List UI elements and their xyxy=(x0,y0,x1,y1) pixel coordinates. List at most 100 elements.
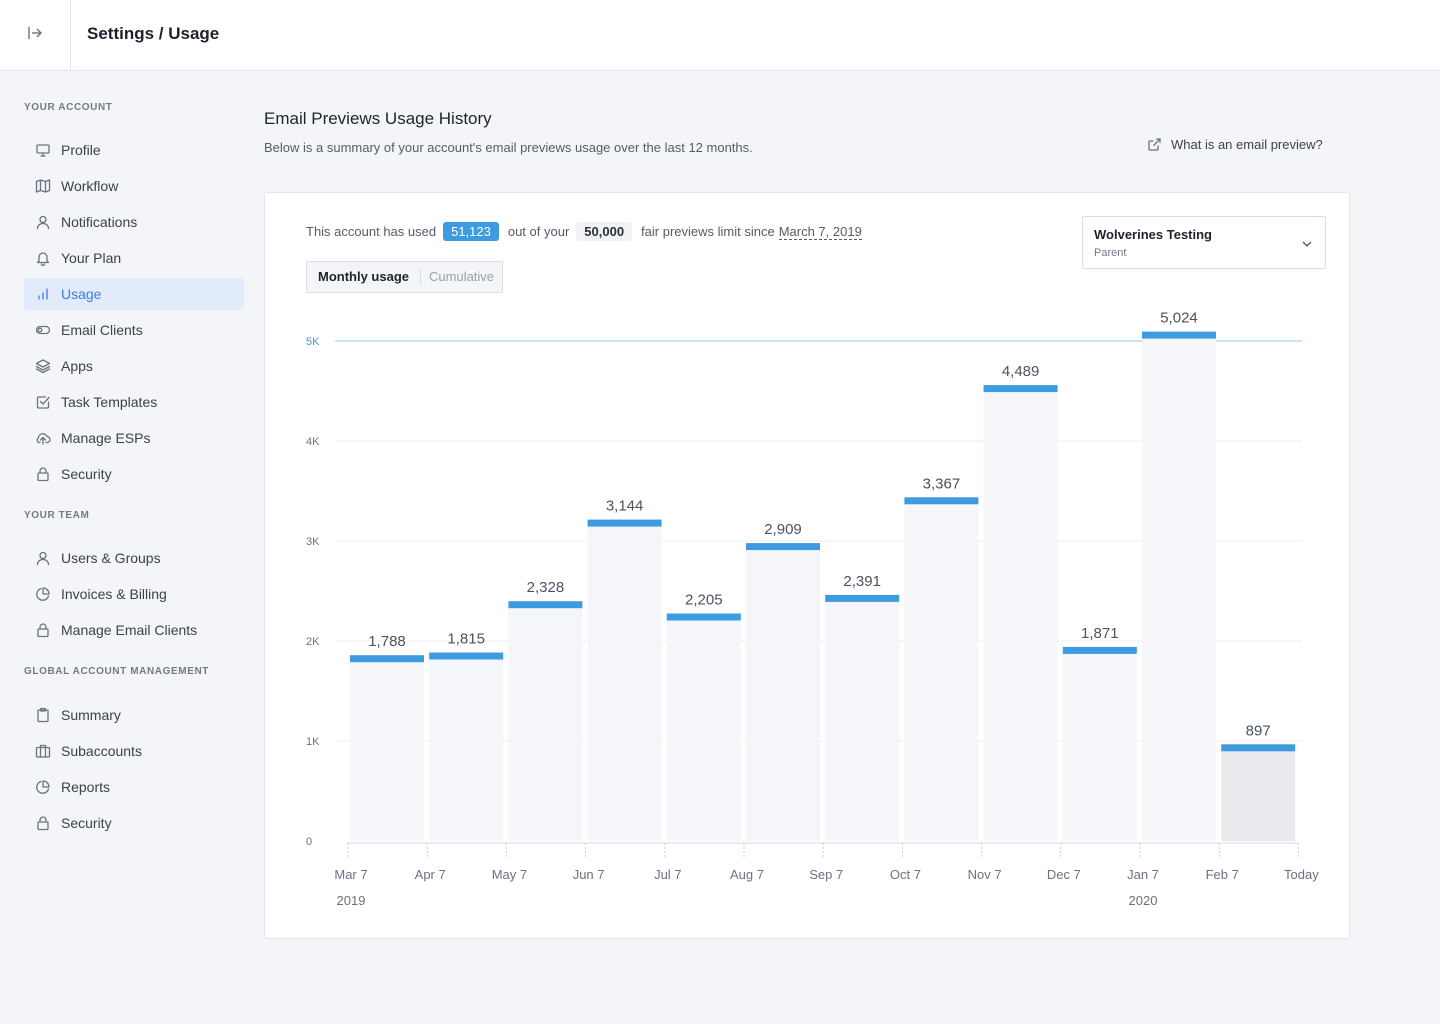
page-title: Email Previews Usage History xyxy=(264,109,492,128)
sidebar-item-security[interactable]: Security xyxy=(24,458,244,490)
briefcase-icon xyxy=(35,743,51,759)
y-tick-label: 2K xyxy=(306,636,320,648)
checkbox-icon xyxy=(35,394,51,410)
bar-cap xyxy=(429,652,504,660)
bar-cap xyxy=(983,385,1058,393)
sidebar-item-usage[interactable]: Usage xyxy=(24,278,244,310)
bar-value-label: 5,024 xyxy=(1160,310,1198,327)
cloud-upload-icon xyxy=(35,430,51,446)
x-tick-label: Apr 7 xyxy=(415,867,446,882)
bar xyxy=(983,392,1058,841)
sidebar-item-your-plan[interactable]: Your Plan xyxy=(24,242,244,274)
y-tick-label: 1K xyxy=(306,736,320,748)
bar-value-label: 1,788 xyxy=(368,633,406,650)
y-tick-label: 4K xyxy=(306,436,320,448)
bar-value-label: 2,909 xyxy=(764,521,802,538)
bar-cap xyxy=(904,497,979,505)
sidebar-item-email-clients[interactable]: Email Clients xyxy=(24,314,244,346)
bar-value-label: 2,328 xyxy=(527,579,565,596)
bar-value-label: 4,489 xyxy=(1002,363,1040,380)
x-tick-label: Sep 7 xyxy=(809,867,843,882)
page-subtitle: Below is a summary of your account's ema… xyxy=(264,140,753,155)
x-tick-label: May 7 xyxy=(492,867,527,882)
x-tick-label: Today xyxy=(1284,867,1319,882)
year-label: 2020 xyxy=(1129,893,1158,908)
sidebar-item-users-and-groups[interactable]: Users & Groups xyxy=(24,542,244,574)
bar-cap xyxy=(825,594,900,602)
bar-chart-icon xyxy=(35,286,51,302)
bar xyxy=(1221,751,1296,841)
sidebar-item-notifications[interactable]: Notifications xyxy=(24,206,244,238)
sidebar-item-label: Users & Groups xyxy=(61,550,161,566)
sidebar-item-manage-esps[interactable]: Manage ESPs xyxy=(24,422,244,454)
sidebar-item-label: Task Templates xyxy=(61,394,158,410)
sidebar-section-title: Your Team xyxy=(24,510,90,521)
pie-chart-icon xyxy=(35,779,51,795)
bar-cap xyxy=(350,655,424,663)
y-tick-label: 5K xyxy=(306,336,320,348)
top-bar: Settings / Usage xyxy=(0,0,1440,71)
breadcrumb: Settings / Usage xyxy=(87,24,220,43)
sidebar-item-label: Usage xyxy=(61,286,102,302)
collapse-sidebar-button[interactable] xyxy=(0,0,71,70)
bar xyxy=(429,659,504,841)
x-tick-label: Oct 7 xyxy=(890,867,921,882)
bar xyxy=(746,550,820,841)
sidebar-item-label: Profile xyxy=(61,142,101,158)
y-tick-label: 0 xyxy=(306,836,312,848)
external-link-icon xyxy=(1147,137,1162,152)
sidebar-item-security[interactable]: Security xyxy=(24,807,244,839)
bar-value-label: 3,367 xyxy=(923,475,961,492)
bar-cap xyxy=(1221,744,1296,752)
bar-cap xyxy=(746,543,820,551)
sidebar-item-profile[interactable]: Profile xyxy=(24,134,244,166)
expand-arrow-icon xyxy=(26,24,44,47)
sidebar-item-reports[interactable]: Reports xyxy=(24,771,244,803)
map-icon xyxy=(35,178,51,194)
bar-cap xyxy=(1062,646,1137,654)
sidebar-item-label: Your Plan xyxy=(61,250,122,266)
x-tick-label: Jul 7 xyxy=(654,867,681,882)
bar-cap xyxy=(1142,331,1216,339)
sidebar-item-label: Workflow xyxy=(61,178,119,194)
sidebar-item-apps[interactable]: Apps xyxy=(24,350,244,382)
sidebar-item-invoices-and-billing[interactable]: Invoices & Billing xyxy=(24,578,244,610)
sidebar-item-summary[interactable]: Summary xyxy=(24,699,244,731)
bar xyxy=(1062,653,1137,841)
bar-value-label: 2,391 xyxy=(843,573,881,590)
sidebar-item-subaccounts[interactable]: Subaccounts xyxy=(24,735,244,767)
sidebar-item-label: Email Clients xyxy=(61,322,143,338)
sidebar-section-title: Global Account Management xyxy=(24,666,209,677)
bar xyxy=(904,504,979,841)
lock-icon xyxy=(35,815,51,831)
year-label: 2019 xyxy=(337,893,366,908)
sidebar-item-label: Notifications xyxy=(61,214,138,230)
bar-value-label: 1,871 xyxy=(1081,625,1119,642)
sidebar-section-title: Your Account xyxy=(24,102,113,113)
sidebar-item-workflow[interactable]: Workflow xyxy=(24,170,244,202)
monitor-icon xyxy=(35,142,51,158)
sidebar-item-task-templates[interactable]: Task Templates xyxy=(24,386,244,418)
bar-value-label: 897 xyxy=(1246,722,1271,739)
x-tick-label: Nov 7 xyxy=(968,867,1002,882)
x-tick-label: Aug 7 xyxy=(730,867,764,882)
user-icon xyxy=(35,550,51,566)
x-tick-label: Feb 7 xyxy=(1206,867,1239,882)
help-link[interactable]: What is an email preview? xyxy=(1147,137,1323,152)
sidebar-item-label: Reports xyxy=(61,779,111,795)
bar xyxy=(1142,338,1216,841)
bar xyxy=(587,526,662,841)
x-tick-label: Dec 7 xyxy=(1047,867,1081,882)
x-tick-label: Jun 7 xyxy=(573,867,605,882)
sidebar-item-label: Security xyxy=(61,815,112,831)
usage-bar-chart: 0 1K 2K 3K 4K 5K 1,788 1,815 2,328 3,144 2,205 2,90… xyxy=(306,310,1319,908)
sidebar-item-label: Manage ESPs xyxy=(61,430,151,446)
sidebar-item-label: Manage Email Clients xyxy=(61,622,198,638)
bar-value-label: 1,815 xyxy=(447,631,485,648)
bar-cap xyxy=(508,601,583,609)
sidebar-item-manage-email-clients[interactable]: Manage Email Clients xyxy=(24,614,244,646)
sidebar-item-label: Invoices & Billing xyxy=(61,586,167,602)
bar-value-label: 3,144 xyxy=(606,498,644,515)
bell-icon xyxy=(35,250,51,266)
clipboard-icon xyxy=(35,707,51,723)
